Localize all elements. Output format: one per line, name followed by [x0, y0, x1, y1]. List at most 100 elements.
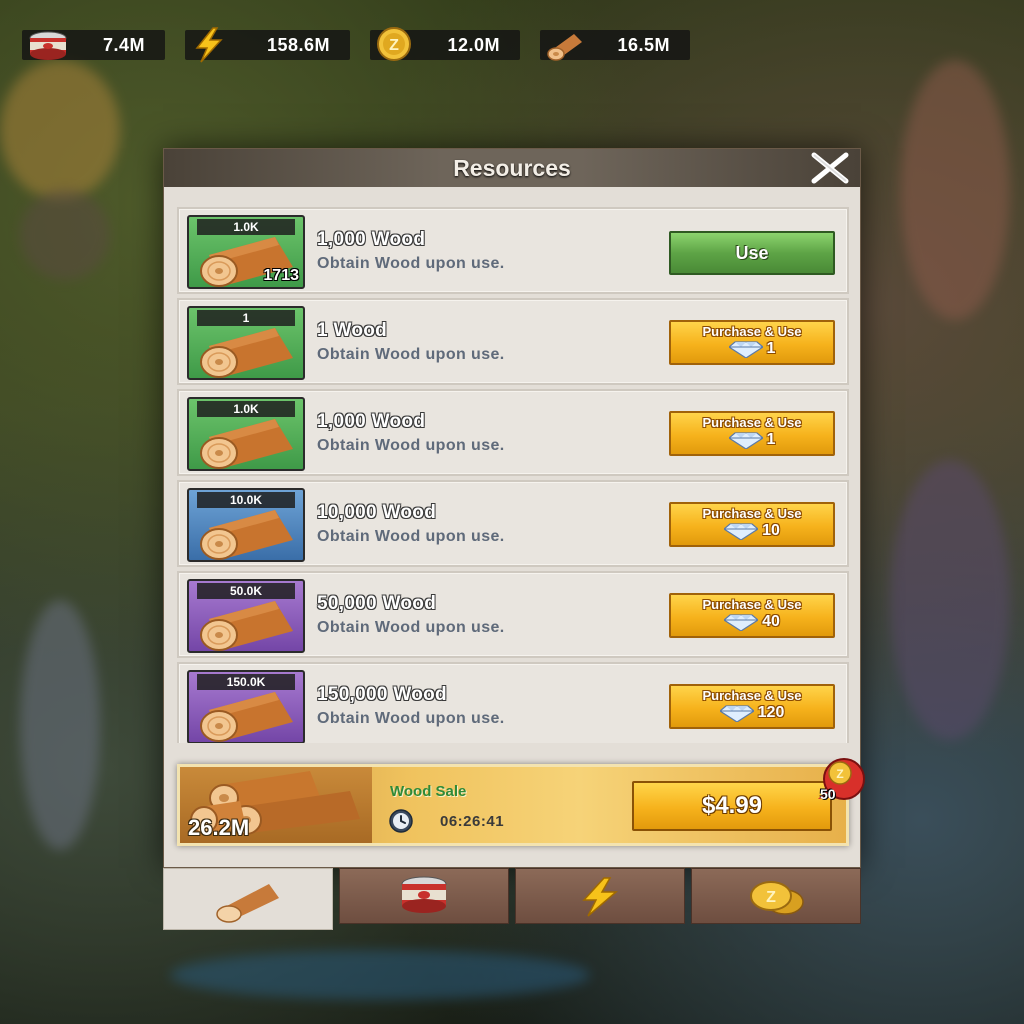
diamond-icon	[724, 523, 759, 540]
bonus-amount: 50	[820, 786, 836, 802]
panel-header: Resources	[164, 149, 860, 187]
panel-title: Resources	[453, 154, 571, 181]
item-owned-count: 1713	[263, 267, 299, 284]
item-description: Obtain Wood upon use.	[317, 619, 505, 636]
purchase-button-label: Purchase & Use	[702, 597, 802, 612]
item-amount-tag: 1.0K	[197, 401, 295, 417]
item-title: 1,000 Wood	[317, 229, 426, 250]
purchase-button-label: Purchase & Use	[702, 688, 802, 703]
lightning-icon	[582, 877, 619, 917]
wood-pile-image: 26.2M	[180, 767, 372, 843]
item-amount-tag: 1.0K	[197, 219, 295, 235]
energy-resource[interactable]: 158.6M	[185, 27, 350, 63]
tab-coins[interactable]: Z	[691, 868, 861, 924]
food-can-icon	[29, 31, 67, 60]
bonus-coin-badge-icon: Z	[818, 758, 865, 800]
resource-tabs: Z	[163, 868, 861, 930]
coin-value: 12.0M	[447, 34, 500, 55]
item-amount-tag: 1	[197, 310, 295, 326]
wood-log-icon	[547, 34, 582, 61]
wood-item-icon: 1	[187, 306, 305, 380]
price-row: 40	[671, 613, 833, 631]
purchase-and-use-button[interactable]: Purchase & Use 10	[669, 502, 835, 547]
lightning-icon	[195, 27, 223, 63]
wood-item-icon: 50.0K	[187, 579, 305, 653]
clock-icon	[389, 809, 413, 833]
coin-icon: Z	[750, 881, 804, 915]
list-item: 150.0K 150,000 Wood Obtain Wood upon use. P…	[177, 662, 849, 743]
sale-amount: 26.2M	[188, 815, 250, 840]
diamond-icon	[719, 705, 754, 722]
item-description: Obtain Wood upon use.	[317, 437, 505, 454]
item-description: Obtain Wood upon use.	[317, 528, 505, 545]
list-item: 1.0K 1713 1,000 Wood Obtain Wood upon use. U…	[177, 207, 849, 294]
sale-price-button[interactable]: $4.99	[632, 781, 832, 831]
item-title: 1 Wood	[317, 320, 388, 341]
wood-value: 16.5M	[617, 34, 670, 55]
food-value: 7.4M	[102, 34, 145, 55]
wood-log-icon	[200, 510, 293, 560]
wood-item-icon: 1.0K 1713	[187, 215, 305, 289]
item-list[interactable]: 1.0K 1713 1,000 Wood Obtain Wood upon use. U…	[177, 207, 849, 743]
coin-icon: Z	[377, 27, 411, 61]
svg-text:Z: Z	[389, 37, 399, 54]
sale-title: Wood Sale	[390, 783, 467, 800]
wood-log-icon	[216, 884, 279, 923]
use-button[interactable]: Use	[669, 231, 835, 275]
background-bar	[170, 950, 590, 1000]
tab-food[interactable]	[339, 868, 509, 924]
tab-wood[interactable]	[163, 868, 333, 930]
item-title: 150,000 Wood	[317, 684, 447, 705]
item-description: Obtain Wood upon use.	[317, 255, 505, 272]
energy-value: 158.6M	[266, 34, 330, 55]
price-value: 1	[766, 340, 776, 357]
price-row: 120	[671, 704, 833, 722]
item-description: Obtain Wood upon use.	[317, 346, 505, 363]
item-description: Obtain Wood upon use.	[317, 710, 505, 727]
svg-text:Z: Z	[766, 889, 776, 906]
svg-text:Z: Z	[836, 767, 843, 781]
price-row: 1	[671, 431, 833, 449]
price-value: 40	[762, 613, 780, 630]
wood-item-icon: 10.0K	[187, 488, 305, 562]
background-building	[20, 190, 110, 280]
wood-log-icon	[200, 328, 293, 378]
close-icon[interactable]	[810, 151, 850, 185]
purchase-and-use-button[interactable]: Purchase & Use 120	[669, 684, 835, 729]
wood-item-icon: 1.0K	[187, 397, 305, 471]
purchase-and-use-button[interactable]: Purchase & Use 40	[669, 593, 835, 638]
item-title: 50,000 Wood	[317, 593, 437, 614]
resources-panel: Resources 1.0K 1713 1,000 Wood Obtain Wood …	[163, 148, 865, 868]
item-amount-tag: 150.0K	[197, 674, 295, 690]
list-item: 50.0K 50,000 Wood Obtain Wood upon use. Pur…	[177, 571, 849, 658]
resource-bar: 7.4M 158.6M Z 12.0M 16.5M	[22, 27, 690, 63]
diamond-icon	[728, 432, 763, 449]
coin-resource[interactable]: Z 12.0M	[370, 27, 520, 61]
wood-resource[interactable]: 16.5M	[540, 30, 690, 61]
item-amount-tag: 10.0K	[197, 492, 295, 508]
tab-energy[interactable]	[515, 868, 685, 924]
item-amount-tag: 50.0K	[197, 583, 295, 599]
wood-item-icon: 150.0K	[187, 670, 305, 743]
background-building	[0, 60, 120, 200]
purchase-button-label: Purchase & Use	[702, 415, 802, 430]
diamond-icon	[724, 614, 759, 631]
food-resource[interactable]: 7.4M	[22, 30, 165, 60]
background-menu	[890, 460, 1010, 740]
wood-log-icon	[200, 601, 293, 651]
background-menu	[900, 60, 1010, 320]
purchase-button-label: Purchase & Use	[702, 324, 802, 339]
list-item: 1 1 Wood Obtain Wood upon use. Purchase & U…	[177, 298, 849, 385]
price-row: 10	[671, 522, 833, 540]
item-title: 10,000 Wood	[317, 502, 437, 523]
price-value: 10	[762, 522, 780, 539]
wood-log-icon	[200, 692, 293, 742]
food-can-icon	[401, 876, 447, 913]
diamond-icon	[728, 341, 763, 358]
price-value: 120	[757, 704, 785, 721]
purchase-and-use-button[interactable]: Purchase & Use 1	[669, 320, 835, 365]
purchase-and-use-button[interactable]: Purchase & Use 1	[669, 411, 835, 456]
item-title: 1,000 Wood	[317, 411, 426, 432]
purchase-button-label: Purchase & Use	[702, 506, 802, 521]
wood-sale-banner[interactable]: 26.2M Wood Sale 06:26:41 $4.99 Z 50	[177, 758, 865, 846]
